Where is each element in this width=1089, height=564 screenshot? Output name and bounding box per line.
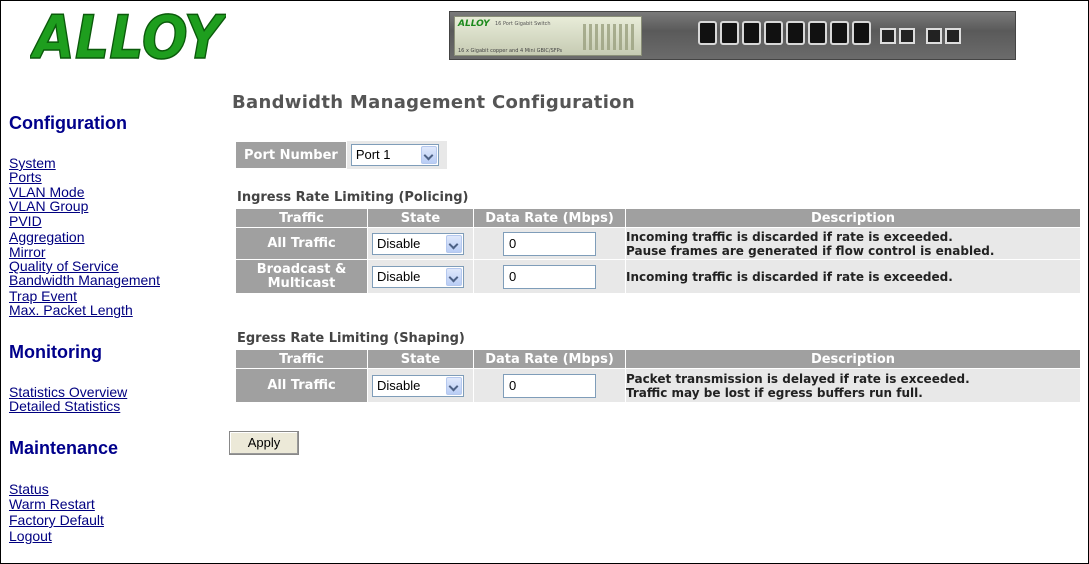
nav-max-packet-length[interactable]: Max. Packet Length bbox=[9, 303, 133, 317]
col-data-rate: Data Rate (Mbps) bbox=[473, 208, 626, 228]
description-line: Packet transmission is delayed if rate i… bbox=[626, 371, 970, 386]
nav-detailed-statistics[interactable]: Detailed Statistics bbox=[9, 399, 120, 413]
description-line: Incoming traffic is discarded if rate is… bbox=[626, 229, 953, 244]
rate-cell: 0 bbox=[473, 259, 626, 294]
alloy-logo: ALLOY bbox=[30, 6, 226, 66]
traffic-label: All Traffic bbox=[235, 368, 368, 403]
switch-label-panel: ALLOY 16 Port Gigabit Switch 16 x Gigabi… bbox=[454, 16, 642, 56]
maintenance-heading: Maintenance bbox=[9, 438, 119, 458]
rate-cell: 0 bbox=[473, 368, 626, 403]
ingress-section-title: Ingress Rate Limiting (Policing) bbox=[237, 190, 469, 205]
chevron-down-icon[interactable] bbox=[446, 376, 462, 395]
ingress-table: Traffic State Data Rate (Mbps) Descripti… bbox=[235, 208, 1081, 294]
switch-front-panel-image: ALLOY 16 Port Gigabit Switch 16 x Gigabi… bbox=[449, 11, 1016, 60]
nav-pvid[interactable]: PVID bbox=[9, 214, 42, 228]
chevron-down-icon[interactable] bbox=[446, 267, 462, 286]
nav-system[interactable]: System bbox=[9, 156, 56, 170]
nav-quality-of-service[interactable]: Quality of Service bbox=[9, 259, 119, 273]
col-state: State bbox=[367, 208, 474, 228]
state-select[interactable]: Disable bbox=[372, 265, 464, 288]
table-row: Broadcast & Multicast Disable 0 Incoming… bbox=[235, 259, 1081, 294]
nav-vlan-group[interactable]: VLAN Group bbox=[9, 199, 88, 213]
port-group-1 bbox=[698, 21, 783, 47]
traffic-label-line: Broadcast & bbox=[256, 261, 347, 277]
egress-header-row: Traffic State Data Rate (Mbps) Descripti… bbox=[235, 349, 1081, 369]
nav-trap-event[interactable]: Trap Event bbox=[9, 289, 77, 303]
port-number-value: Port 1 bbox=[355, 147, 391, 162]
table-row: All Traffic Disable 0 Packet transmissio… bbox=[235, 368, 1081, 403]
sfp-ports bbox=[880, 28, 961, 54]
data-rate-input[interactable]: 0 bbox=[503, 231, 596, 256]
nav-vlan-mode[interactable]: VLAN Mode bbox=[9, 185, 84, 199]
egress-table: Traffic State Data Rate (Mbps) Descripti… bbox=[235, 349, 1081, 403]
nav-statistics-overview[interactable]: Statistics Overview bbox=[9, 385, 127, 399]
state-value: Disable bbox=[377, 268, 421, 284]
switch-leds bbox=[583, 24, 635, 50]
description-cell: Packet transmission is delayed if rate i… bbox=[625, 368, 1081, 403]
description-line: Traffic may be lost if egress buffers ru… bbox=[626, 385, 923, 400]
nav-status[interactable]: Status bbox=[9, 482, 49, 496]
state-cell: Disable bbox=[367, 227, 474, 260]
nav-aggregation[interactable]: Aggregation bbox=[9, 230, 85, 244]
state-cell: Disable bbox=[367, 368, 474, 403]
description-cell: Incoming traffic is discarded if rate is… bbox=[625, 259, 1081, 294]
page-title: Bandwidth Management Configuration bbox=[232, 92, 635, 113]
monitoring-heading: Monitoring bbox=[9, 342, 102, 362]
switch-model: 16 Port Gigabit Switch bbox=[495, 21, 551, 27]
data-rate-input[interactable]: 0 bbox=[503, 373, 596, 398]
rate-cell: 0 bbox=[473, 227, 626, 260]
traffic-label: All Traffic bbox=[235, 227, 368, 260]
nav-factory-default[interactable]: Factory Default bbox=[9, 513, 104, 527]
nav-mirror[interactable]: Mirror bbox=[9, 245, 46, 259]
port-number-label: Port Number bbox=[235, 141, 347, 169]
ingress-header-row: Traffic State Data Rate (Mbps) Descripti… bbox=[235, 208, 1081, 228]
col-traffic: Traffic bbox=[235, 208, 368, 228]
logo-text: ALLOY bbox=[30, 6, 226, 66]
configuration-heading: Configuration bbox=[9, 113, 127, 133]
chevron-down-icon[interactable] bbox=[446, 234, 462, 253]
port-group-2 bbox=[786, 21, 871, 47]
state-cell: Disable bbox=[367, 259, 474, 294]
egress-section-title: Egress Rate Limiting (Shaping) bbox=[237, 331, 465, 346]
col-data-rate: Data Rate (Mbps) bbox=[473, 349, 626, 369]
traffic-label: Broadcast & Multicast bbox=[235, 259, 368, 294]
state-value: Disable bbox=[377, 377, 421, 393]
state-value: Disable bbox=[377, 235, 421, 251]
nav-warm-restart[interactable]: Warm Restart bbox=[9, 497, 95, 511]
state-select[interactable]: Disable bbox=[372, 232, 464, 255]
apply-button[interactable]: Apply bbox=[229, 431, 299, 455]
col-description: Description bbox=[625, 349, 1081, 369]
port-number-select[interactable]: Port 1 bbox=[350, 144, 439, 166]
traffic-label-line: Multicast bbox=[267, 275, 336, 291]
nav-bandwidth-management[interactable]: Bandwidth Management bbox=[9, 273, 160, 287]
col-traffic: Traffic bbox=[235, 349, 368, 369]
nav-logout[interactable]: Logout bbox=[9, 529, 52, 543]
nav-ports[interactable]: Ports bbox=[9, 170, 42, 184]
switch-brand: ALLOY bbox=[458, 19, 490, 29]
switch-subtitle: 16 x Gigabit copper and 4 Mini GBIC/SFPs bbox=[458, 48, 563, 54]
description-line: Pause frames are generated if flow contr… bbox=[626, 243, 995, 258]
col-description: Description bbox=[625, 208, 1081, 228]
port-number-row: Port Number Port 1 bbox=[235, 141, 447, 169]
table-row: All Traffic Disable 0 Incoming traffic i… bbox=[235, 227, 1081, 260]
col-state: State bbox=[367, 349, 474, 369]
state-select[interactable]: Disable bbox=[372, 374, 464, 397]
description-cell: Incoming traffic is discarded if rate is… bbox=[625, 227, 1081, 260]
data-rate-input[interactable]: 0 bbox=[503, 264, 596, 289]
chevron-down-icon[interactable] bbox=[420, 146, 437, 164]
description-line: Incoming traffic is discarded if rate is… bbox=[626, 269, 953, 284]
